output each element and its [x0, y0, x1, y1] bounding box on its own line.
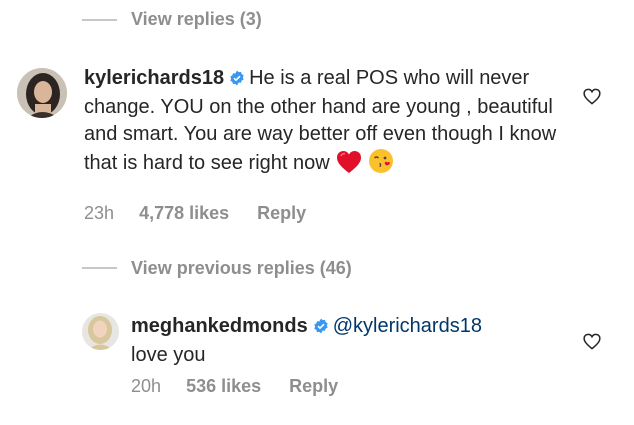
- avatar-meghankedmonds[interactable]: [82, 313, 119, 350]
- view-previous-replies-line: [82, 267, 117, 269]
- comment-meta-meghankedmonds: 20h 536 likes Reply: [131, 376, 338, 397]
- red-heart-emoji-icon: [336, 150, 362, 182]
- face-blowing-kiss-emoji-icon: [368, 148, 394, 182]
- username-meghankedmonds[interactable]: meghankedmonds: [131, 315, 308, 337]
- username-kylerichards18[interactable]: kylerichards18: [84, 67, 224, 89]
- view-replies-button[interactable]: View replies (3): [131, 9, 262, 30]
- comment-kylerichards18: kylerichards18 He is a real POS who will …: [84, 65, 584, 182]
- comment-body-meghankedmonds: love you: [131, 344, 206, 366]
- reply-button[interactable]: Reply: [289, 376, 338, 397]
- verified-badge-icon: [313, 315, 329, 342]
- likes-count[interactable]: 536 likes: [186, 376, 261, 397]
- avatar-kylerichards18[interactable]: [17, 68, 67, 118]
- reply-button[interactable]: Reply: [257, 203, 306, 224]
- like-heart-icon[interactable]: [583, 333, 601, 355]
- like-heart-icon[interactable]: [583, 88, 601, 110]
- view-replies-line: [82, 19, 117, 21]
- comment-meghankedmonds: meghankedmonds @kylerichards18 love you: [131, 313, 571, 369]
- likes-count[interactable]: 4,778 likes: [139, 203, 229, 224]
- mention-link[interactable]: @kylerichards18: [333, 315, 482, 337]
- comment-meta-kylerichards18: 23h 4,778 likes Reply: [84, 203, 306, 224]
- view-previous-replies-button[interactable]: View previous replies (46): [131, 258, 352, 279]
- timestamp: 20h: [131, 376, 162, 396]
- timestamp: 23h: [84, 203, 115, 223]
- verified-badge-icon: [229, 67, 245, 94]
